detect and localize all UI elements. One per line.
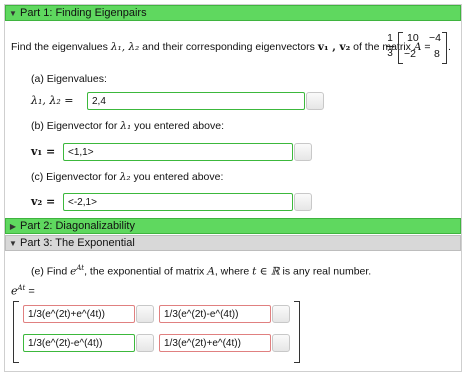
eigenvector1-input[interactable]: <1,1> (63, 143, 293, 161)
problem-text-before: Find the eigenvalues (11, 41, 111, 53)
exp-matrix-right-bracket (294, 301, 300, 363)
matrix-a-r0c0: 10 (407, 32, 419, 44)
eigenvector2-label-pre: (c) Eigenvector for (31, 171, 120, 183)
eigenvalues-lhs: λ₁, λ₂ = (31, 94, 74, 107)
eigenvalues-preview-button[interactable] (306, 92, 324, 110)
problem-vectors: v₁ , v₂ (317, 41, 351, 53)
eigenvector1-preview-button[interactable] (294, 143, 312, 161)
part3-header[interactable]: ▼ Part 3: The Exponential (5, 235, 461, 251)
exp-q-post: is any real number. (279, 265, 372, 278)
expand-arrow-icon: ▼ (9, 238, 17, 248)
eigenvalues-input[interactable]: 2,4 (87, 92, 305, 110)
eigenvector1-lhs: v₁ = (31, 145, 56, 158)
eigenvector1-label-post: you entered above: (131, 120, 224, 132)
exp-matrix-r0c1-input[interactable]: 1/3(e^(2t)-e^(4t)) (159, 305, 271, 323)
eigenvector1-label-pre: (b) Eigenvector for (31, 120, 121, 132)
matrix-a-right-bracket (442, 32, 447, 64)
part2-header[interactable]: ▶ Part 2: Diagonalizability (5, 218, 461, 234)
eigenvector2-input[interactable]: <-2,1> (63, 193, 293, 211)
eigenvector2-lhs: v₂ = (31, 195, 56, 208)
exponential-question: (e) Find eAt, the exponential of matrix … (31, 264, 371, 278)
exp-matrix-left-bracket (13, 301, 19, 363)
exp-q-cond: t ∈ ℝ (252, 265, 280, 278)
part1-label: Part 1: Finding Eigenpairs (20, 7, 147, 19)
matrix-a-left-bracket (398, 32, 403, 64)
fraction-numerator: 1 (387, 33, 393, 44)
exp-matrix-r1c0-preview-button[interactable] (136, 334, 154, 352)
matrix-a-r1c1: 8 (434, 48, 440, 60)
collapse-arrow-icon: ▶ (9, 221, 17, 231)
exp-matrix-r0c0-input[interactable]: 1/3(e^(2t)+e^(4t)) (23, 305, 135, 323)
matrix-a-r0c1: −4 (429, 32, 441, 44)
eigenvector1-label-sym: λ₁ (120, 120, 132, 132)
eigenvector2-label-sym: λ₂ (119, 171, 131, 183)
fraction-bar (386, 46, 394, 47)
exp-q-sup: At (76, 264, 85, 272)
part1-header[interactable]: ▼ Part 1: Finding Eigenpairs (5, 5, 461, 21)
fraction-denominator: 3 (387, 48, 393, 59)
exp-q-mid2: , where (214, 265, 253, 278)
part3-label: Part 3: The Exponential (20, 237, 135, 249)
eigenvalues-label: (a) Eigenvalues: (31, 73, 107, 85)
part2-label: Part 2: Diagonalizability (20, 220, 135, 232)
problem-lambdas: λ₁, λ₂ (110, 41, 140, 53)
exp-matrix-r1c1-input[interactable]: 1/3(e^(2t)+e^(4t)) (159, 334, 271, 352)
exp-lhs-eq: = (28, 285, 35, 298)
eigenvector2-label-post: you entered above: (130, 171, 224, 183)
exp-q-A: A (207, 265, 215, 278)
expand-arrow-icon: ▼ (9, 8, 17, 18)
exp-q-mid: , the exponential of matrix (84, 265, 208, 278)
exp-matrix-r0c0-preview-button[interactable] (136, 305, 154, 323)
exp-lhs: eAt = (11, 284, 35, 298)
matrix-a-r1c0: −2 (404, 48, 416, 60)
exp-matrix-r0c1-preview-button[interactable] (272, 305, 290, 323)
eigenvector2-label: (c) Eigenvector for λ₂ you entered above… (31, 171, 223, 183)
problem-statement: Find the eigenvalues λ₁, λ₂ and their co… (11, 41, 430, 53)
eigenvector1-label: (b) Eigenvector for λ₁ you entered above… (31, 120, 224, 132)
problem-frame: ▼ Part 1: Finding Eigenpairs Find the ei… (4, 4, 462, 372)
exp-matrix-r1c1-preview-button[interactable] (272, 334, 290, 352)
exp-q-pre: (e) Find (31, 265, 71, 278)
exp-matrix-r1c0-input[interactable]: 1/3(e^(2t)-e^(4t)) (23, 334, 135, 352)
eigenvector2-preview-button[interactable] (294, 193, 312, 211)
problem-text-mid: and their corresponding eigenvectors (139, 41, 318, 53)
exp-lhs-sup: At (17, 284, 26, 292)
problem-period: . (448, 41, 451, 53)
